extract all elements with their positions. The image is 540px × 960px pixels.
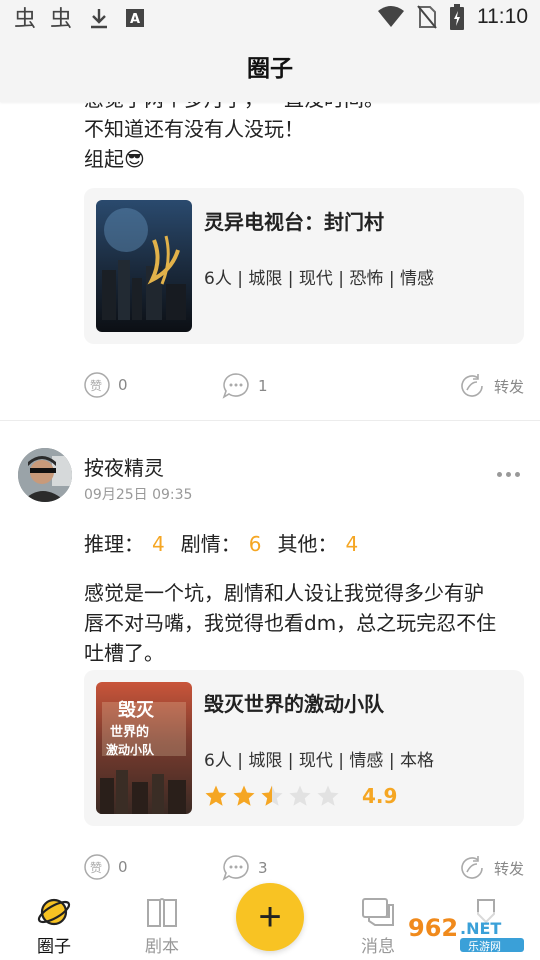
share-button[interactable]: 转发 — [458, 854, 524, 882]
star-full-icon — [233, 785, 255, 806]
more-dot — [505, 471, 511, 477]
no-sim-icon — [417, 5, 437, 29]
star-empty-icon — [317, 785, 339, 806]
svg-text:激动小队: 激动小队 — [106, 742, 155, 757]
share-icon — [461, 374, 483, 397]
score-row: 推理： 4 剧情： 6 其他： 4 — [84, 528, 358, 557]
status-bar: 虫 虫 A 11:10 — [0, 0, 540, 36]
score-label: 其他： — [277, 532, 338, 556]
comment-count: 3 — [258, 859, 268, 877]
post-body-line: 感觉是一个坑，剧情和人设让我觉得多少有驴 — [84, 581, 484, 605]
nav-item-script[interactable]: 剧本 — [122, 894, 202, 957]
score-value: 4 — [345, 532, 359, 556]
svg-text:虫: 虫 — [14, 7, 36, 30]
game-cover-image: 毁灭 世界的 激动小队 — [96, 682, 192, 814]
score-value: 6 — [248, 532, 262, 556]
score-item: 其他： 4 — [277, 528, 358, 557]
star-empty-icon — [289, 785, 311, 806]
rating-score: 4.9 — [362, 784, 398, 808]
game-card[interactable]: 灵异电视台：封门村 6人 | 城限 | 现代 | 恐怖 | 情感 — [84, 188, 524, 344]
svg-text:A: A — [130, 12, 140, 27]
clock: 11:10 — [477, 5, 528, 28]
like-count: 0 — [118, 858, 128, 876]
create-post-button[interactable]: + — [236, 883, 304, 951]
plus-icon: + — [258, 895, 282, 939]
wifi-icon — [378, 6, 404, 27]
svg-text:毁灭: 毁灭 — [118, 699, 155, 721]
like-icon: 赞 — [84, 854, 110, 880]
svg-text:.NET: .NET — [460, 919, 501, 938]
watermark-logo: 962 .NET 乐游网 — [404, 912, 532, 953]
rating-stars: 4.9 — [204, 784, 397, 808]
post-timestamp: 09月25日 09:35 — [84, 487, 193, 503]
game-title: 灵异电视台：封门村 — [204, 210, 384, 234]
share-button[interactable]: 转发 — [458, 372, 524, 400]
game-cover-image — [96, 200, 192, 332]
comment-button[interactable]: 1 — [222, 372, 268, 400]
nav-label: 圈子 — [37, 937, 71, 957]
score-item: 推理： 4 — [84, 528, 165, 557]
score-label: 剧情： — [180, 532, 241, 556]
score-value: 4 — [152, 532, 165, 556]
nav-item-circle[interactable]: 圈子 — [14, 894, 94, 957]
star-half-icon — [261, 785, 283, 806]
svg-text:虫: 虫 — [50, 7, 72, 30]
like-count: 0 — [118, 376, 128, 394]
game-tags: 6人 | 城限 | 现代 | 情感 | 本格 — [204, 751, 434, 771]
star-full-icon — [205, 785, 227, 806]
post-body: 感觉了两个多月了，一直没时间。 不知道还有没有人没玩！ 组起😎 — [84, 90, 524, 174]
post-actions: 赞 0 3 转发 — [84, 854, 524, 884]
download-icon — [91, 9, 107, 29]
svg-text:962: 962 — [408, 914, 458, 942]
like-icon: 赞 — [84, 372, 110, 398]
game-card[interactable]: 毁灭 世界的 激动小队 毁灭世界的激动小队 6人 | 城限 | 现代 | 情感 … — [84, 670, 524, 826]
font-icon: A — [126, 9, 144, 27]
post-body-line: 组起😎 — [84, 147, 145, 171]
svg-text:乐游网: 乐游网 — [468, 940, 501, 953]
score-label: 推理： — [84, 532, 144, 556]
app-header: 圈子 — [0, 36, 540, 102]
post-body-line: 唇不对马嘴，我觉得也看dm，总之玩完忍不住 — [84, 611, 497, 635]
share-label: 转发 — [493, 859, 524, 878]
like-button[interactable]: 赞 0 — [84, 372, 128, 398]
post-body: 感觉是一个坑，剧情和人设让我觉得多少有驴 唇不对马嘴，我觉得也看dm，总之玩完忍… — [84, 578, 524, 668]
book-icon — [147, 898, 177, 927]
comment-icon — [222, 373, 249, 399]
username[interactable]: 按夜精灵 — [84, 452, 164, 481]
bug-icon: 虫 — [14, 7, 36, 30]
game-title: 毁灭世界的激动小队 — [204, 692, 384, 716]
nav-label: 剧本 — [145, 937, 179, 957]
comment-count: 1 — [258, 377, 268, 395]
message-icon — [362, 898, 394, 926]
feed-list[interactable]: 感觉了两个多月了，一直没时间。 不知道还有没有人没玩！ 组起😎 — [0, 90, 540, 890]
post-actions: 赞 0 1 转发 — [84, 372, 524, 402]
svg-text:世界的: 世界的 — [110, 724, 149, 740]
more-options-button[interactable] — [494, 464, 522, 484]
post-body-line: 不知道还有没有人没玩！ — [84, 117, 304, 141]
divider — [0, 420, 540, 421]
share-icon — [461, 856, 483, 879]
game-tags: 6人 | 城限 | 现代 | 恐怖 | 情感 — [204, 269, 434, 289]
avatar[interactable] — [18, 448, 72, 502]
share-label: 转发 — [493, 377, 524, 396]
svg-text:赞: 赞 — [90, 379, 102, 393]
like-button[interactable]: 赞 0 — [84, 854, 128, 880]
more-dot — [496, 471, 502, 477]
more-dot — [514, 471, 520, 477]
bug-icon: 虫 — [50, 7, 72, 30]
page-title: 圈子 — [247, 56, 293, 82]
post-body-line: 吐槽了。 — [84, 641, 164, 665]
planet-icon — [37, 898, 71, 926]
battery-charging-icon — [450, 4, 464, 30]
comment-icon — [222, 855, 249, 881]
comment-button[interactable]: 3 — [222, 854, 268, 882]
score-item: 剧情： 6 — [181, 528, 262, 557]
svg-text:赞: 赞 — [90, 861, 102, 875]
